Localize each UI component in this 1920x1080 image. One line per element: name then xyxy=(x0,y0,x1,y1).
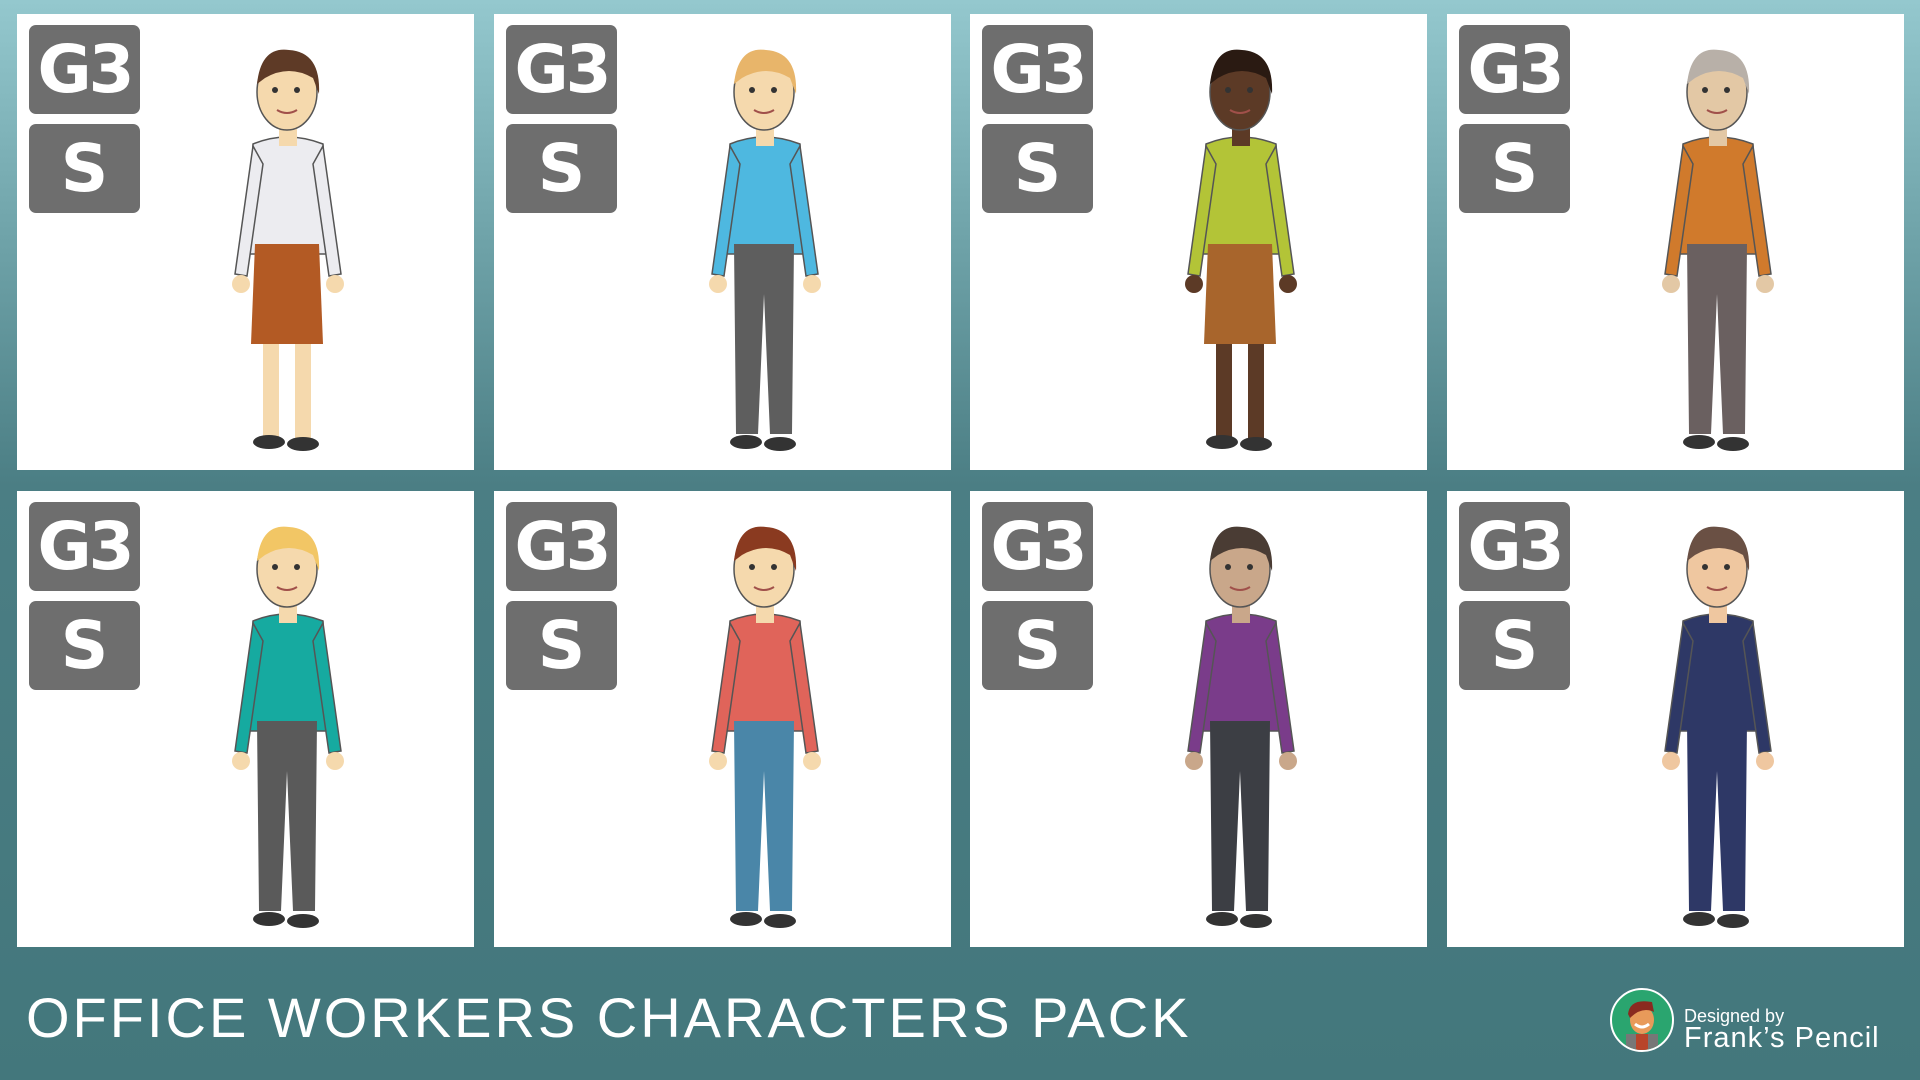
g3-badge: G3 xyxy=(1459,502,1570,591)
s-badge: S xyxy=(29,601,140,690)
character-illustration xyxy=(1662,49,1774,451)
character-card: G3 S xyxy=(970,491,1427,947)
character-card: G3 S xyxy=(1447,14,1904,470)
character-illustration xyxy=(1662,526,1774,928)
character-card: G3 S xyxy=(494,491,951,947)
character-illustration xyxy=(232,526,344,928)
s-badge: S xyxy=(982,124,1093,213)
pack-title: OFFICE WORKERS CHARACTERS PACK xyxy=(26,986,1192,1049)
g3-badge: G3 xyxy=(982,502,1093,591)
character-illustration xyxy=(709,49,821,451)
character-card: G3 S xyxy=(17,491,474,947)
g3-badge: G3 xyxy=(1459,25,1570,114)
g3-badge: G3 xyxy=(506,25,617,114)
character-illustration xyxy=(1185,526,1297,928)
character-card: G3 S xyxy=(17,14,474,470)
s-badge: S xyxy=(29,124,140,213)
character-card: G3 S xyxy=(1447,491,1904,947)
character-illustration xyxy=(232,49,344,451)
credit-author: Frank’s Pencil xyxy=(1684,1022,1880,1054)
s-badge: S xyxy=(506,601,617,690)
franks-pencil-logo xyxy=(1610,988,1674,1052)
character-illustration xyxy=(709,526,821,928)
s-badge: S xyxy=(1459,124,1570,213)
g3-badge: G3 xyxy=(982,25,1093,114)
g3-badge: G3 xyxy=(29,502,140,591)
s-badge: S xyxy=(982,601,1093,690)
g3-badge: G3 xyxy=(29,25,140,114)
character-illustration xyxy=(1185,49,1297,451)
character-card: G3 S xyxy=(494,14,951,470)
g3-badge: G3 xyxy=(506,502,617,591)
s-badge: S xyxy=(1459,601,1570,690)
s-badge: S xyxy=(506,124,617,213)
character-card: G3 S xyxy=(970,14,1427,470)
